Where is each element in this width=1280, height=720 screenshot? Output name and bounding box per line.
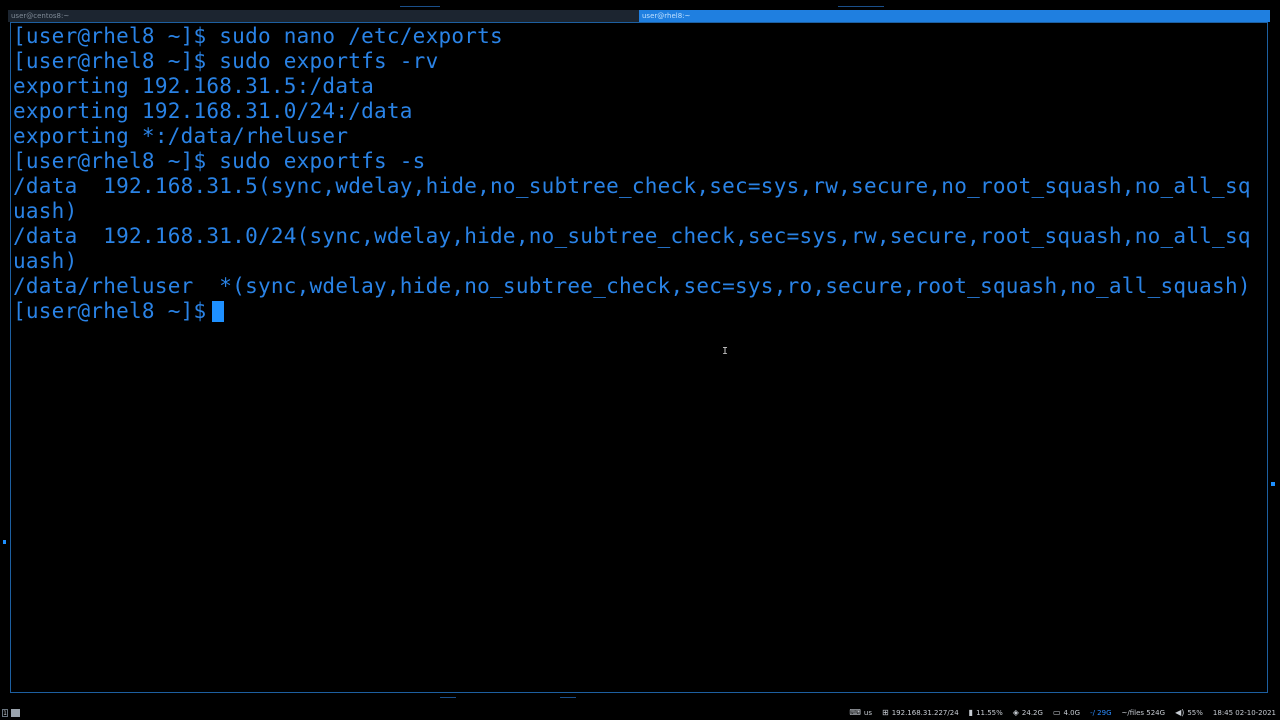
terminal-line: exporting *:/data/rheluser [13, 124, 349, 148]
volume-icon: ◀) [1175, 708, 1185, 717]
disk2-label: -/ 29G [1090, 709, 1112, 717]
status-bar: 1 ⌨ us ⊞ 192.168.31.227/24 ▮ 11.55% ◈ 24.2G … [0, 706, 1280, 720]
keyboard-label: us [863, 709, 873, 717]
cpu-label: 11.55% [976, 709, 1003, 717]
terminal-line: uash) [13, 199, 78, 223]
keyboard-layout[interactable]: ⌨ us [849, 706, 872, 720]
volume-status[interactable]: ◀) 55% [1175, 706, 1203, 720]
datetime-label: 18:45 02-10-2021 [1212, 709, 1276, 717]
bg-glow-line [400, 6, 440, 7]
text-cursor [212, 301, 225, 322]
disk3-label: ~/files 524G [1121, 709, 1166, 717]
terminal-output: [user@rhel8 ~]$ sudo nano /etc/exports [… [13, 24, 1251, 324]
network-status[interactable]: ⊞ 192.168.31.227/24 [882, 706, 959, 720]
mouse-ibeam-icon: I [722, 346, 729, 357]
bg-glow-line [560, 697, 576, 698]
temperature-icon: ◈ [1012, 708, 1019, 717]
terminal-line: uash) [13, 249, 78, 273]
disk-icon: ▭ [1052, 708, 1061, 717]
bg-glow-line [1271, 482, 1275, 486]
terminal-line: /data/rheluser *(sync,wdelay,hide,no_sub… [13, 274, 1251, 298]
terminal-line: /data 192.168.31.5(sync,wdelay,hide,no_s… [13, 174, 1251, 198]
cpu-status[interactable]: ▮ 11.55% [969, 706, 1003, 720]
keyboard-icon: ⌨ [849, 708, 861, 717]
disk1-label: 4.0G [1063, 709, 1081, 717]
terminal-line: [user@rhel8 ~]$ sudo exportfs -rv [13, 49, 439, 73]
terminal-line: /data 192.168.31.0/24(sync,wdelay,hide,n… [13, 224, 1251, 248]
volume-label: 55% [1187, 709, 1203, 717]
terminal-prompt: [user@rhel8 ~]$ [13, 299, 207, 323]
network-label: 192.168.31.227/24 [891, 709, 959, 717]
tab-rhel8[interactable]: user@rhel8:~ [639, 10, 1270, 22]
terminal-prompt-line[interactable]: [user@rhel8 ~]$ [13, 299, 1251, 324]
bg-glow-line [440, 697, 456, 698]
terminal-line: exporting 192.168.31.0/24:/data [13, 99, 413, 123]
tab-centos8[interactable]: user@centos8:~ [8, 10, 639, 22]
disk1-status[interactable]: ▭ 4.0G [1053, 706, 1080, 720]
disk3-status[interactable]: ~/files 524G [1122, 706, 1166, 720]
cpu-icon: ▮ [968, 708, 974, 717]
terminal-line: exporting 192.168.31.5:/data [13, 74, 375, 98]
bg-glow-line [838, 6, 884, 7]
temp-status[interactable]: ◈ 24.2G [1013, 706, 1043, 720]
clock[interactable]: 18:45 02-10-2021 [1213, 706, 1276, 720]
terminal-line: [user@rhel8 ~]$ sudo nano /etc/exports [13, 24, 503, 48]
network-icon: ⊞ [882, 708, 889, 717]
temp-label: 24.2G [1021, 709, 1043, 717]
workspace-indicator[interactable]: 1 [2, 709, 8, 717]
bg-glow-line [3, 540, 6, 544]
terminal-line: [user@rhel8 ~]$ sudo exportfs -s [13, 149, 426, 173]
disk2-status[interactable]: -/ 29G [1090, 706, 1111, 720]
window-tab-bar: user@centos8:~ user@rhel8:~ [8, 10, 1270, 22]
window-list-icon[interactable] [11, 709, 20, 717]
terminal-window[interactable]: [user@rhel8 ~]$ sudo nano /etc/exports [… [10, 22, 1268, 693]
